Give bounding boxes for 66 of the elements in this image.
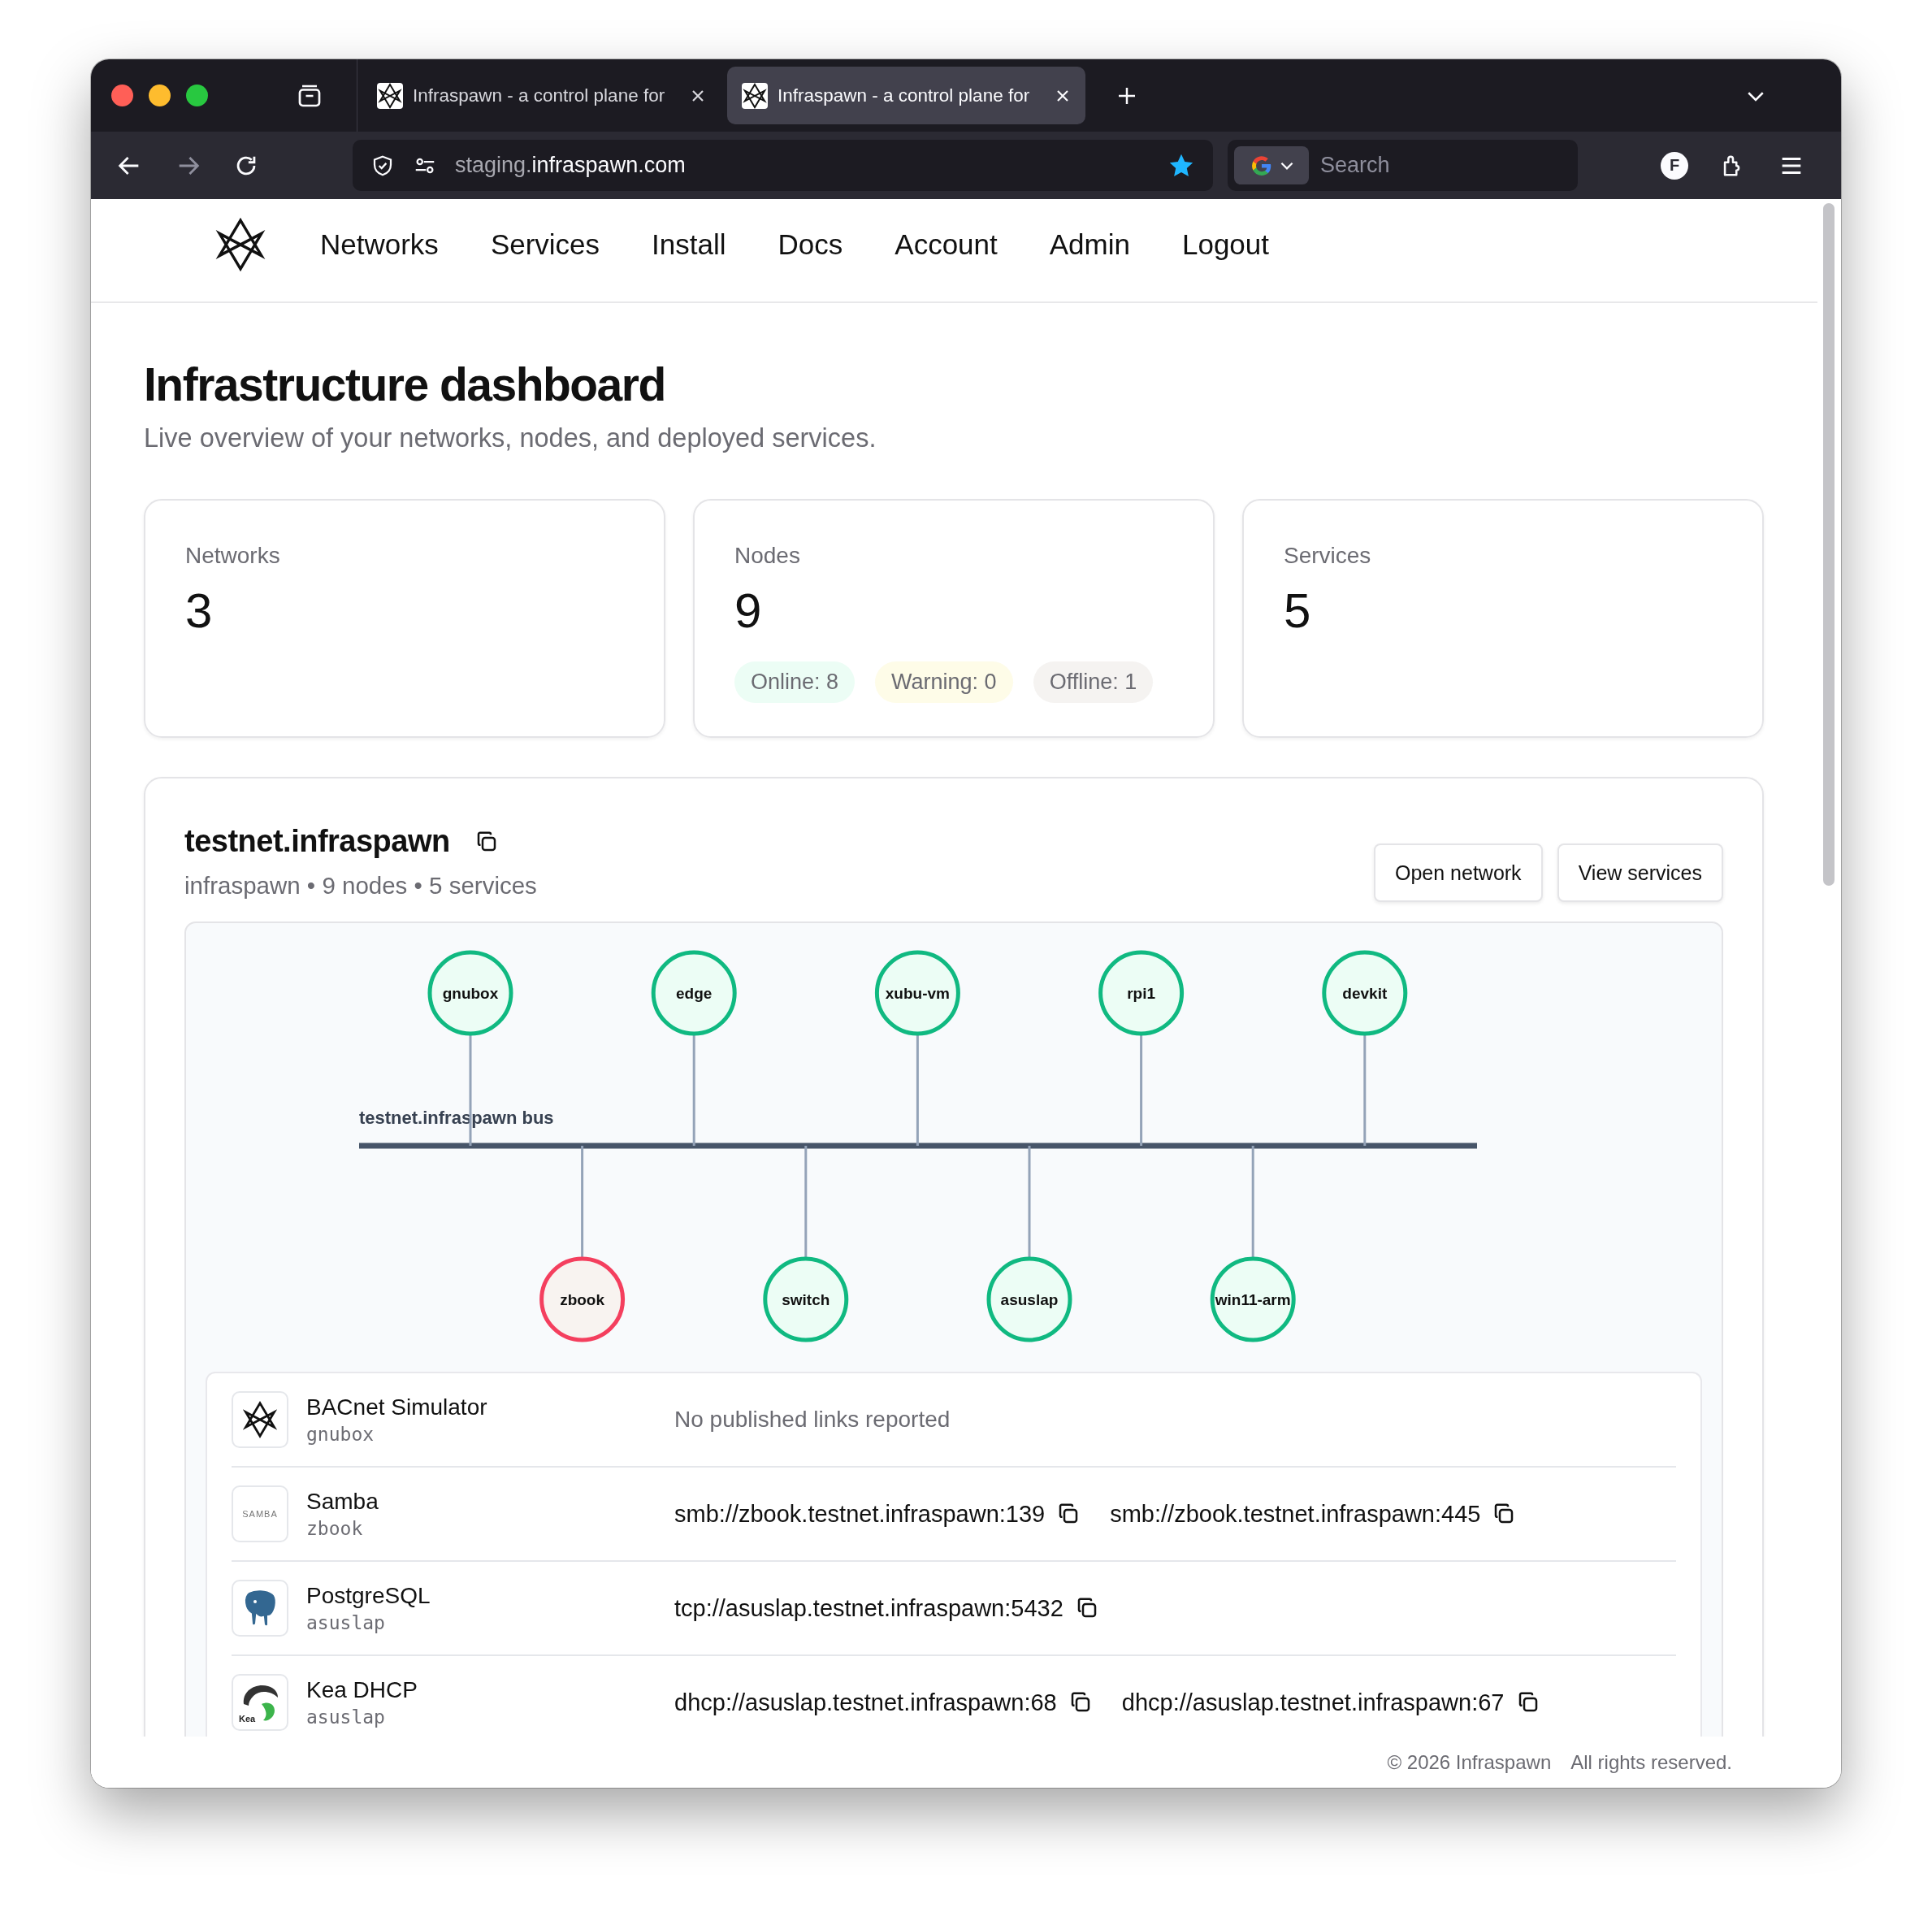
service-link[interactable]: smb://zbook.testnet.infraspawn:445 xyxy=(1110,1500,1481,1528)
bus-label: testnet.infraspawn bus xyxy=(359,1108,554,1129)
page-subtitle: Live overview of your networks, nodes, and deployed services. xyxy=(144,423,877,454)
address-bar[interactable]: staging.infraspawn.com xyxy=(353,140,1213,191)
stat-label: Networks xyxy=(185,543,281,570)
nav-link[interactable]: Services xyxy=(490,228,600,261)
stat-value: 9 xyxy=(734,587,763,636)
service-host: asuslap xyxy=(306,1612,386,1634)
zoom-window-button[interactable] xyxy=(186,85,208,106)
nav-link[interactable]: Account xyxy=(895,228,998,261)
network-node[interactable]: devkit xyxy=(1322,950,1408,1036)
stat-value: 3 xyxy=(185,587,214,636)
chevron-down-icon xyxy=(1280,161,1293,170)
service-link[interactable]: smb://zbook.testnet.infraspawn:139 xyxy=(674,1500,1046,1528)
network-node[interactable]: gnubox xyxy=(427,950,513,1036)
status-badge: Online: 8 xyxy=(734,661,856,704)
network-action-button[interactable]: View services xyxy=(1557,843,1723,903)
url-text: staging.infraspawn.com xyxy=(455,153,687,178)
close-window-button[interactable] xyxy=(111,85,133,106)
page-title: Infrastructure dashboard xyxy=(144,358,666,412)
network-node[interactable]: xubu-vm xyxy=(874,950,960,1036)
nav-link[interactable]: Logout xyxy=(1181,228,1270,261)
service-link[interactable]: tcp://asuslap.testnet.infraspawn:5432 xyxy=(674,1594,1063,1622)
rights-text: All rights reserved. xyxy=(1570,1750,1732,1774)
network-node[interactable]: edge xyxy=(651,950,737,1036)
service-name: Samba xyxy=(306,1489,379,1516)
service-host: gnubox xyxy=(306,1424,375,1446)
service-host: zbook xyxy=(306,1518,364,1540)
network-node[interactable]: rpi1 xyxy=(1098,950,1185,1036)
tab-favicon-icon xyxy=(377,82,403,109)
samba-logo: SAMBA xyxy=(242,1509,278,1520)
network-node[interactable]: switch xyxy=(763,1256,849,1342)
stat-label: Nodes xyxy=(734,543,801,570)
network-node[interactable]: asuslap xyxy=(986,1256,1072,1342)
nav-link[interactable]: Networks xyxy=(320,228,439,261)
account-avatar[interactable]: F xyxy=(1661,151,1688,180)
minimize-window-button[interactable] xyxy=(149,85,171,106)
browser-tab[interactable]: Infraspawn - a control plane for xyxy=(362,67,721,124)
search-bar[interactable]: Search xyxy=(1228,140,1578,191)
nav-link[interactable]: Admin xyxy=(1049,228,1130,261)
nav-link[interactable]: Docs xyxy=(778,228,843,261)
empty-links-text: No published links reported xyxy=(674,1407,951,1433)
network-meta: infraspawn • 9 nodes • 5 services xyxy=(184,872,537,900)
service-link[interactable]: dhcp://asuslap.testnet.infraspawn:67 xyxy=(1121,1689,1505,1716)
stat-label: Services xyxy=(1284,543,1372,570)
network-node[interactable]: zbook xyxy=(539,1256,626,1342)
network-node[interactable]: win11-arm xyxy=(1210,1256,1296,1342)
service-host: asuslap xyxy=(306,1706,386,1728)
tab-favicon-icon xyxy=(742,82,768,109)
hexagram-logo-icon xyxy=(241,1401,279,1439)
stat-value: 5 xyxy=(1284,587,1312,636)
nav-link[interactable]: Install xyxy=(652,228,726,261)
kea-logo: Kea xyxy=(237,1680,283,1726)
browser-tab[interactable]: Infraspawn - a control plane for xyxy=(727,67,1085,124)
service-name: Kea DHCP xyxy=(306,1677,418,1704)
status-badge: Warning: 0 xyxy=(875,661,1013,704)
network-name: testnet.infraspawn xyxy=(184,824,450,860)
copyright-text: © 2026 Infraspawn xyxy=(1387,1750,1552,1774)
service-link[interactable]: dhcp://asuslap.testnet.infraspawn:68 xyxy=(674,1689,1057,1716)
search-engine-button[interactable] xyxy=(1234,146,1309,184)
service-name: PostgreSQL xyxy=(306,1583,431,1610)
scrollbar-thumb[interactable] xyxy=(1823,203,1835,886)
status-badge: Offline: 1 xyxy=(1033,661,1154,704)
service-name: BACnet Simulator xyxy=(306,1394,488,1421)
network-action-button[interactable]: Open network xyxy=(1374,843,1543,903)
search-input[interactable]: Search xyxy=(1320,153,1531,178)
